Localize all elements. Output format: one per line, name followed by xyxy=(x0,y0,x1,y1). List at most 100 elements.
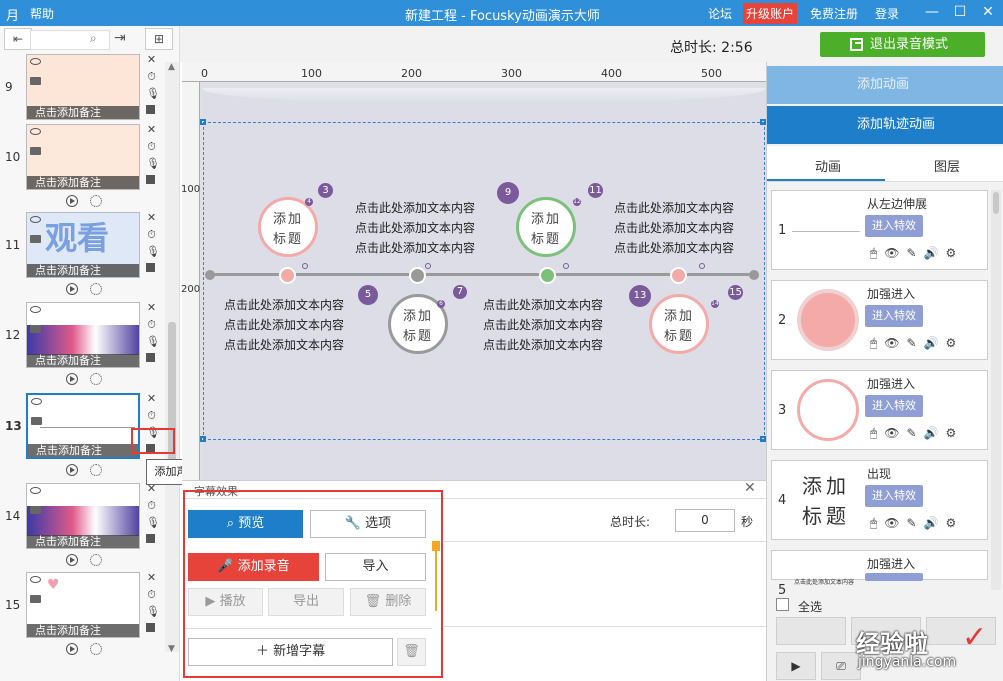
timeline-playhead-icon[interactable] xyxy=(432,541,440,551)
select-all-checkbox[interactable] xyxy=(776,598,789,611)
duration-input[interactable]: 0 xyxy=(675,509,735,532)
camera-icon[interactable] xyxy=(30,506,41,514)
animation-item[interactable]: 4 添加 标题 出现 进入特效 🖱👁✎🔊⚙ xyxy=(771,460,988,540)
add-path-animation-button[interactable]: 添加轨迹动画 xyxy=(767,106,1003,144)
close-icon[interactable]: ✕ xyxy=(146,54,157,65)
upgrade-button[interactable]: 升级账户 xyxy=(743,3,798,24)
eye-icon[interactable]: 👁 xyxy=(884,516,906,530)
edit-icon[interactable]: ✎ xyxy=(906,426,923,440)
resize-handle[interactable] xyxy=(200,436,206,442)
text-block[interactable]: 点击此处添加文本内容 点击此处添加文本内容 点击此处添加文本内容 xyxy=(224,295,344,355)
add-animation-button[interactable]: 添加动画 xyxy=(767,66,1003,104)
scroll-down-icon[interactable]: ▼ xyxy=(168,644,175,654)
title-circle[interactable]: 添加 标题 xyxy=(516,197,576,257)
gear-icon[interactable] xyxy=(90,195,102,207)
forum-link[interactable]: 论坛 xyxy=(708,5,732,22)
eye-icon[interactable]: 👁 xyxy=(884,426,906,440)
register-link[interactable]: 免费注册 xyxy=(810,5,858,22)
enter-effect-button[interactable]: 进入特效 xyxy=(865,305,923,327)
enter-effect-button[interactable]: 进入特效 xyxy=(865,485,923,507)
timer-icon[interactable]: ⏱ xyxy=(146,229,157,240)
expand-right-icon[interactable]: ⇥ xyxy=(114,30,126,46)
slide-note[interactable]: 点击添加备注 xyxy=(28,444,138,457)
scrollbar-thumb[interactable] xyxy=(993,192,999,214)
eye-icon[interactable]: 👁 xyxy=(884,246,906,260)
close-icon[interactable]: ✕ xyxy=(146,393,157,404)
text-block[interactable]: 点击此处添加文本内容 点击此处添加文本内容 点击此处添加文本内容 xyxy=(355,198,475,258)
play-icon[interactable] xyxy=(66,643,78,655)
minimize-icon[interactable]: — xyxy=(918,0,946,26)
sound-icon[interactable]: 🔊 xyxy=(924,426,946,440)
eye-icon[interactable] xyxy=(30,216,41,223)
edit-icon[interactable]: ✎ xyxy=(906,246,923,260)
tab-layers[interactable]: 图层 xyxy=(934,156,960,175)
timer-icon[interactable]: ⏱ xyxy=(146,319,157,330)
microphone-icon[interactable]: 🎙 xyxy=(146,606,160,617)
slide-note[interactable]: 点击添加备注 xyxy=(27,264,139,277)
gear-icon[interactable]: ⚙ xyxy=(945,246,963,260)
enter-effect-button[interactable]: 进入特效 xyxy=(865,395,923,417)
timer-icon[interactable]: ⏱ xyxy=(146,589,157,600)
animation-item[interactable]: 1 从左边伸展 进入特效 🖱👁✎🔊⚙ xyxy=(771,190,988,270)
slide-thumbnail[interactable]: ♥ 点击添加备注 xyxy=(26,572,140,638)
eye-icon[interactable] xyxy=(30,576,41,583)
slide-note[interactable]: 点击添加备注 xyxy=(27,106,139,119)
timer-icon[interactable]: ⏱ xyxy=(146,71,157,82)
microphone-icon[interactable]: 🎙 xyxy=(146,158,160,169)
play-icon[interactable] xyxy=(66,464,78,476)
slide-thumbnail[interactable]: 点击添加备注 xyxy=(26,54,140,120)
gear-icon[interactable]: ⚙ xyxy=(945,516,963,530)
gear-icon[interactable] xyxy=(90,373,102,385)
slide-note[interactable]: 点击添加备注 xyxy=(27,176,139,189)
gear-icon[interactable]: ⚙ xyxy=(945,426,963,440)
edit-icon[interactable]: ✎ xyxy=(906,336,923,350)
microphone-icon[interactable]: 🎙 xyxy=(146,517,160,528)
edit-icon[interactable]: ✎ xyxy=(906,516,923,530)
play-button[interactable]: ▶ 播放 xyxy=(188,588,263,616)
subtitle-icon[interactable] xyxy=(146,534,155,543)
slide-thumbnail[interactable]: 点击添加备注 xyxy=(26,483,140,549)
slide-search-input[interactable] xyxy=(30,30,110,50)
enter-effect-button[interactable] xyxy=(865,573,923,581)
eye-icon[interactable]: 👁 xyxy=(884,336,906,350)
mouse-icon[interactable]: 🖱 xyxy=(870,246,884,260)
collapse-left-icon[interactable]: ⇤ xyxy=(4,28,32,50)
slide-thumbnail[interactable]: 点击添加备注 xyxy=(26,393,140,459)
camera-icon[interactable] xyxy=(31,417,42,425)
layout-icon[interactable]: ⊞ xyxy=(145,28,173,50)
animation-item[interactable]: 3 加强进入 进入特效 🖱👁✎🔊⚙ xyxy=(771,370,988,450)
subtitle-icon[interactable] xyxy=(146,623,155,632)
camera-icon[interactable] xyxy=(30,147,41,155)
exit-record-mode-button[interactable]: 退出录音模式 xyxy=(820,32,985,57)
delete-subtitle-button[interactable]: 🗑 xyxy=(397,638,426,666)
timer-icon[interactable]: ⏱ xyxy=(146,500,157,511)
timeline-node[interactable] xyxy=(279,267,296,284)
delete-button[interactable]: 🗑 删除 xyxy=(350,588,426,616)
microphone-icon[interactable]: 🎙 xyxy=(146,246,160,257)
close-icon[interactable]: ✕ xyxy=(146,212,157,223)
close-icon[interactable]: ✕ xyxy=(146,302,157,313)
timeline-node[interactable] xyxy=(409,267,426,284)
eye-icon[interactable] xyxy=(31,398,42,405)
maximize-icon[interactable]: ☐ xyxy=(946,0,974,26)
microphone-icon[interactable]: 🎙 xyxy=(146,88,160,99)
gear-icon[interactable] xyxy=(90,554,102,566)
play-icon[interactable] xyxy=(66,373,78,385)
close-icon[interactable]: ✕ xyxy=(974,0,1002,26)
gear-icon[interactable] xyxy=(90,464,102,476)
slide-note[interactable]: 点击添加备注 xyxy=(27,624,139,637)
slide-list-scrollbar[interactable] xyxy=(165,62,179,652)
animation-scrollbar[interactable] xyxy=(991,190,1001,590)
play-icon[interactable] xyxy=(66,195,78,207)
resize-handle[interactable] xyxy=(200,119,206,125)
title-circle[interactable]: 添加 标题 xyxy=(258,197,318,257)
preview-button[interactable]: ⌕ 预览 xyxy=(188,510,303,538)
gear-icon[interactable] xyxy=(90,283,102,295)
tab-animation[interactable]: 动画 xyxy=(815,156,841,175)
menu-help[interactable]: 帮助 xyxy=(30,5,54,22)
camera-icon[interactable] xyxy=(30,325,41,333)
import-button[interactable]: 导入 xyxy=(325,553,426,581)
gear-icon[interactable] xyxy=(90,643,102,655)
animation-item[interactable]: 5 点击此处添加文本内容 加强进入 xyxy=(771,550,988,598)
camera-icon[interactable] xyxy=(30,235,41,243)
